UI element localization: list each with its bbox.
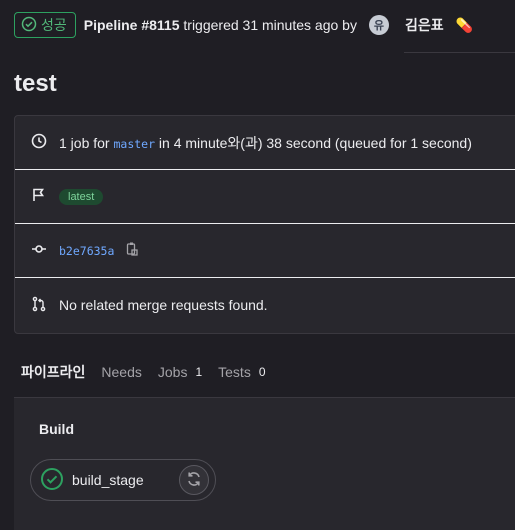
job-name: build_stage [72, 472, 144, 488]
tab-tests[interactable]: Tests 0 [218, 364, 265, 380]
tab-label: Needs [101, 364, 142, 380]
pipeline-graph: Build build_stage [14, 397, 515, 530]
tab-needs[interactable]: Needs [101, 364, 141, 380]
branch-link[interactable]: master [113, 137, 155, 151]
triggered-text: triggered 31 minutes ago by [179, 17, 357, 33]
status-badge[interactable]: 성공 [14, 12, 76, 38]
success-icon [40, 467, 64, 494]
info-row-duration: 1 job for master in 4 minute와(과) 38 seco… [15, 116, 515, 170]
merge-request-icon [31, 296, 47, 315]
username[interactable]: 김은표 [405, 15, 444, 35]
commit-sha-link[interactable]: b2e7635a [59, 244, 114, 258]
tab-jobs[interactable]: Jobs 1 [158, 364, 202, 380]
clock-icon [31, 133, 47, 152]
merge-request-text: No related merge requests found. [59, 297, 268, 313]
job-item[interactable]: build_stage [30, 459, 216, 501]
stage-title: Build [39, 421, 74, 437]
tab-label: Jobs [157, 364, 188, 380]
retry-icon [185, 470, 203, 491]
header-divider [404, 52, 515, 53]
duration-text: 1 job for master in 4 minute와(과) 38 seco… [59, 133, 472, 153]
copy-icon[interactable] [124, 241, 140, 260]
flag-icon [31, 187, 47, 206]
pipeline-summary: Pipeline #8115 triggered 31 minutes ago … [84, 17, 357, 33]
tab-pipeline[interactable]: 파이프라인 [21, 362, 85, 382]
pipeline-header: 성공 Pipeline #8115 triggered 31 minutes a… [14, 12, 473, 38]
pill-emoji-icon: 💊 [455, 16, 474, 33]
commit-icon [31, 241, 47, 260]
page-title: test [14, 70, 57, 97]
tab-count: 1 [195, 365, 203, 379]
avatar[interactable]: 유 [368, 15, 389, 35]
retry-button[interactable] [179, 465, 209, 495]
duration-value: in 4 minute와(과) 38 second (queued for 1 … [155, 134, 472, 151]
check-circle-icon [21, 16, 37, 35]
tab-label: 파이프라인 [21, 364, 86, 380]
info-row-badges: latest [15, 170, 515, 224]
tab-count: 0 [258, 365, 266, 379]
info-row-commit: b2e7635a [15, 224, 515, 278]
tab-label: Tests [218, 364, 251, 380]
pipeline-id: Pipeline #8115 [83, 17, 180, 33]
info-row-merge-requests: No related merge requests found. [15, 278, 515, 332]
pipeline-tabs: 파이프라인 Needs Jobs 1 Tests 0 [21, 362, 282, 382]
pipeline-info-card: 1 job for master in 4 minute와(과) 38 seco… [14, 115, 515, 334]
latest-badge: latest [59, 188, 104, 205]
status-label: 성공 [41, 17, 67, 33]
job-count-text: 1 job for [59, 134, 114, 151]
